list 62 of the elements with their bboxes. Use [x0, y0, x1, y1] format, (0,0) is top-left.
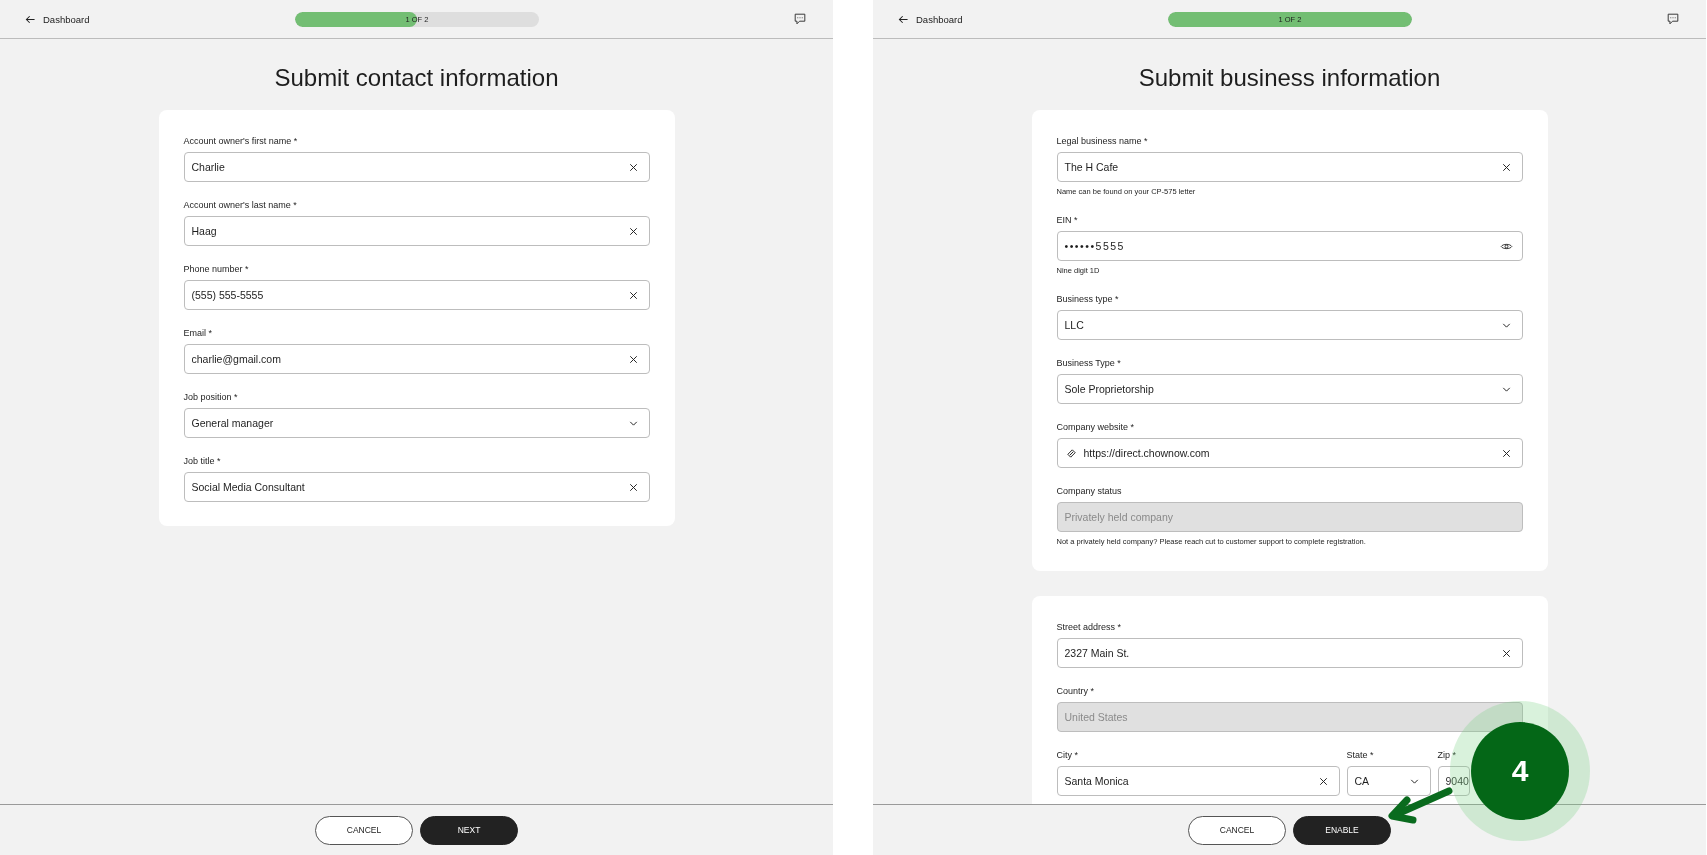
- primary-button[interactable]: ENABLE: [1293, 815, 1391, 845]
- cancel-button[interactable]: CANCEL: [315, 815, 413, 845]
- field-value: Charlie: [191, 161, 226, 173]
- chat-icon[interactable]: [1666, 12, 1680, 26]
- input-field[interactable]: LLC: [1056, 310, 1523, 340]
- field-value: Privately held company: [1064, 511, 1175, 523]
- input-field[interactable]: https://direct.chownow.com: [1056, 438, 1523, 468]
- field-label: Company website *: [1056, 421, 1136, 433]
- field-label: Country *: [1056, 685, 1096, 697]
- cancel-button[interactable]: CANCEL: [1188, 815, 1286, 845]
- field-label: Street address *: [1056, 621, 1123, 633]
- field-value: Haag: [191, 225, 218, 237]
- input-field[interactable]: General manager: [183, 408, 650, 438]
- field-value: 2327 Main St.: [1064, 647, 1131, 659]
- field-value: https://direct.chownow.com: [1083, 447, 1211, 459]
- field-label: Phone number *: [183, 263, 250, 275]
- input-field[interactable]: charlie@gmail.com: [183, 344, 650, 374]
- input-field[interactable]: Social Media Consultant: [183, 472, 650, 502]
- input-field[interactable]: ••••••5555: [1056, 231, 1523, 261]
- back-link[interactable]: Dashboard: [897, 12, 963, 26]
- input-field[interactable]: The H Cafe: [1056, 152, 1523, 182]
- field-label: Legal business name *: [1056, 135, 1149, 147]
- back-link[interactable]: Dashboard: [24, 12, 90, 26]
- field-label: Job position *: [183, 391, 239, 403]
- field-label: Account owner's first name *: [183, 135, 299, 147]
- page-title: Submit business information: [1138, 63, 1441, 93]
- field-label: Zip *: [1437, 749, 1457, 761]
- input-field[interactable]: 9040: [1437, 766, 1470, 796]
- field-label: City *: [1056, 749, 1079, 761]
- field-label: Account owner's last name *: [183, 199, 298, 211]
- field-label: State *: [1346, 749, 1375, 761]
- field-value: CA: [1354, 775, 1371, 787]
- field-value: United States: [1064, 711, 1129, 723]
- input-field[interactable]: 2327 Main St.: [1056, 638, 1523, 668]
- link-icon: [1064, 446, 1078, 460]
- field-value: LLC: [1064, 319, 1085, 331]
- input-field[interactable]: Charlie: [183, 152, 650, 182]
- input-field[interactable]: Sole Proprietorship: [1056, 374, 1523, 404]
- field-value: (555) 555-5555: [191, 289, 265, 301]
- field-label: EIN *: [1056, 214, 1079, 226]
- input-field[interactable]: Haag: [183, 216, 650, 246]
- field-label: Job title *: [183, 455, 222, 467]
- step-badge: 4: [1471, 722, 1569, 820]
- field-value: charlie@gmail.com: [191, 353, 282, 365]
- field-label: Business Type *: [1056, 357, 1122, 369]
- field-value: Santa Monica: [1064, 775, 1130, 787]
- page-title: Submit contact information: [274, 63, 559, 93]
- pointer-arrow: [1388, 787, 1453, 824]
- field-label: Company status: [1056, 485, 1123, 497]
- primary-button[interactable]: NEXT: [420, 815, 518, 845]
- field-value: General manager: [191, 417, 275, 429]
- input-field[interactable]: CA: [1346, 766, 1431, 796]
- field-label: Business type *: [1056, 293, 1120, 305]
- field-label: Email *: [183, 327, 213, 339]
- input-field[interactable]: Santa Monica: [1056, 766, 1340, 796]
- chat-icon[interactable]: [793, 12, 807, 26]
- field-value: The H Cafe: [1064, 161, 1120, 173]
- field-value: Sole Proprietorship: [1064, 383, 1155, 395]
- field-value: ••••••5555: [1064, 240, 1126, 252]
- field-value: Social Media Consultant: [191, 481, 306, 493]
- field-value: 9040: [1445, 775, 1469, 787]
- input-field[interactable]: (555) 555-5555: [183, 280, 650, 310]
